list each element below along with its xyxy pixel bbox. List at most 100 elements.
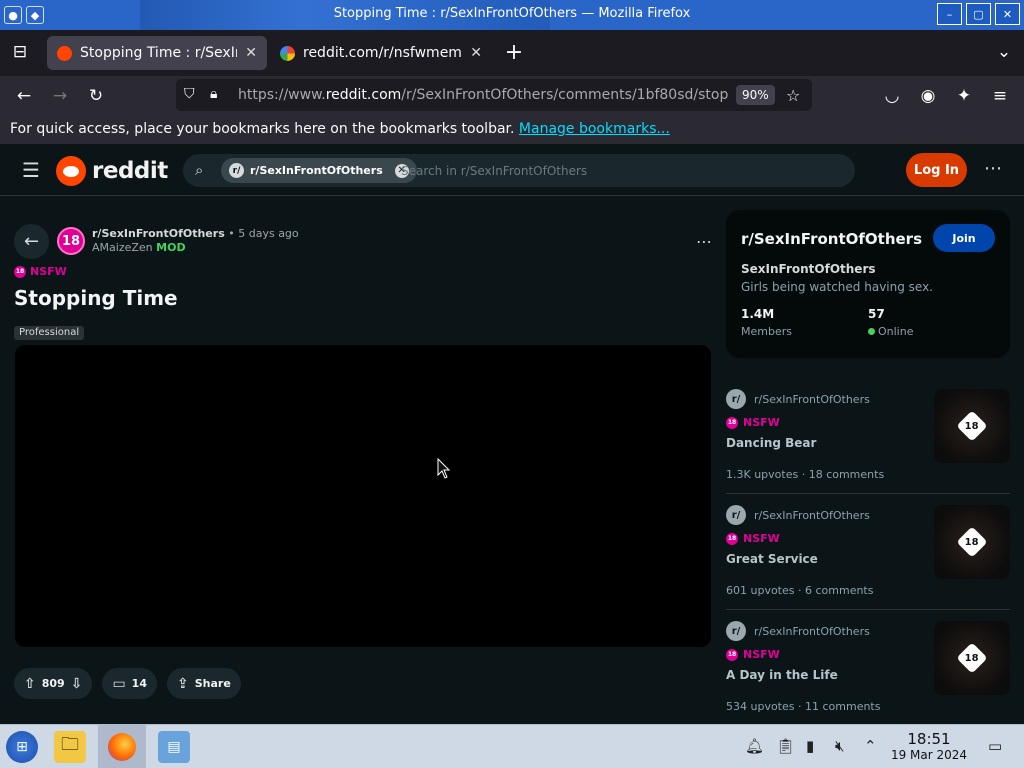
- clock-date: 19 Mar 2024: [890, 748, 968, 762]
- nsfw-label: NSFW: [743, 416, 780, 429]
- tracking-shield-icon[interactable]: ⛉: [184, 86, 195, 102]
- nsfw-label: NSFW: [743, 648, 780, 661]
- related-title[interactable]: Great Service: [726, 552, 818, 566]
- battery-icon[interactable]: ▮: [806, 737, 814, 755]
- nsfw-18-badge-icon: 18: [956, 526, 988, 558]
- account-icon[interactable]: ◉: [916, 84, 940, 108]
- forward-icon[interactable]: →: [48, 84, 72, 108]
- tab-nsfwmeme[interactable]: reddit.com/r/nsfwmeme ✕: [270, 36, 492, 70]
- related-thumbnail[interactable]: 18: [934, 505, 1010, 579]
- clock[interactable]: 18:51 19 Mar 2024: [890, 731, 968, 763]
- close-window-button[interactable]: ✕: [995, 3, 1020, 25]
- notifications-icon[interactable]: 🔔︎: [745, 737, 764, 755]
- google-favicon-icon: [280, 45, 295, 61]
- nsfw-tag: 18 NSFW: [726, 648, 780, 661]
- tab-label: reddit.com/r/nsfwmeme: [303, 45, 463, 61]
- video-player[interactable]: [15, 345, 711, 647]
- zoom-level-badge[interactable]: 90%: [736, 85, 775, 105]
- system-settings-icon[interactable]: ▤: [158, 731, 190, 763]
- file-manager-icon[interactable]: 🗀: [54, 731, 86, 763]
- back-button[interactable]: ←: [14, 224, 49, 259]
- bookmarks-toolbar: For quick access, place your bookmarks h…: [0, 115, 1024, 145]
- reddit-favicon-icon: [57, 45, 72, 61]
- tab-strip: ⊟ Stopping Time : r/SexInFr ✕ reddit.com…: [0, 30, 1024, 76]
- url-bar[interactable]: ⛉ 🔒︎ https://www.reddit.com/r/SexInFront…: [176, 79, 812, 111]
- post-meta: r/SexInFrontOfOthers • 5 days ago AMaize…: [92, 227, 299, 255]
- related-title[interactable]: Dancing Bear: [726, 436, 816, 450]
- manage-bookmarks-link[interactable]: Manage bookmarks...: [519, 121, 670, 137]
- nsfw-tag: 18 NSFW: [726, 416, 780, 429]
- tab-stopping-time[interactable]: Stopping Time : r/SexInFr ✕: [47, 36, 267, 70]
- community-name[interactable]: r/SexInFrontOfOthers: [741, 230, 922, 248]
- extensions-icon[interactable]: ✦: [952, 84, 976, 108]
- related-thumbnail[interactable]: 18: [934, 621, 1010, 695]
- search-input[interactable]: [401, 162, 821, 180]
- related-subreddit[interactable]: r/SexInFrontOfOthers: [754, 393, 870, 406]
- search-bar[interactable]: ⌕ r/ r/SexInFrontOfOthers ✕: [183, 154, 855, 187]
- online-label: Online: [868, 325, 913, 338]
- maximize-button[interactable]: ▢: [966, 3, 991, 25]
- community-description: Girls being watched having sex.: [741, 280, 933, 294]
- new-tab-icon[interactable]: +: [502, 40, 526, 65]
- url-prefix: https://www.: [238, 87, 326, 103]
- bookmark-star-icon[interactable]: ☆: [786, 86, 800, 105]
- hamburger-menu-icon[interactable]: ☰: [22, 160, 40, 180]
- related-subreddit[interactable]: r/SexInFrontOfOthers: [754, 509, 870, 522]
- upvote-icon[interactable]: ⇧: [24, 676, 36, 692]
- more-options-icon[interactable]: ⋯: [984, 160, 1002, 178]
- window-title: Stopping Time : r/SexInFrontOfOthers — M…: [333, 6, 691, 21]
- related-thumbnail[interactable]: 18: [934, 389, 1010, 463]
- post-options-icon[interactable]: ⋯: [696, 232, 712, 251]
- related-post[interactable]: r/ r/SexInFrontOfOthers 18 NSFW A Day in …: [726, 621, 1010, 721]
- post-actions: ⇧ 809 ⇩ ▭ 14 ⇪ Share: [14, 668, 241, 699]
- tab-list-icon[interactable]: ⊟: [8, 40, 32, 64]
- related-title[interactable]: A Day in the Life: [726, 668, 838, 682]
- share-button[interactable]: ⇪ Share: [166, 668, 241, 699]
- clock-time: 18:51: [907, 730, 951, 748]
- nsfw-18-badge-icon: 18: [956, 642, 988, 674]
- members-count: 1.4M: [741, 307, 775, 321]
- clipboard-icon[interactable]: 📋︎: [776, 737, 795, 755]
- close-tab-icon[interactable]: ✕: [470, 45, 482, 61]
- badge-text: 18: [965, 536, 979, 548]
- volume-muted-icon[interactable]: 🔇︎: [835, 737, 844, 755]
- divider: [726, 609, 1010, 610]
- downvote-icon[interactable]: ⇩: [71, 676, 83, 692]
- pocket-icon[interactable]: ◡: [880, 84, 904, 108]
- post-title: Stopping Time: [14, 286, 178, 310]
- tray-expand-icon[interactable]: ⌃: [864, 737, 877, 755]
- post-author[interactable]: AMaizeZen: [92, 241, 153, 254]
- reddit-wordmark: reddit: [92, 158, 168, 184]
- minimize-button[interactable]: –: [937, 3, 962, 25]
- mod-badge: MOD: [156, 241, 186, 254]
- online-dot-icon: [868, 328, 875, 335]
- show-desktop-icon[interactable]: ▭: [988, 737, 1002, 755]
- related-stats: 534 upvotes · 11 comments: [726, 700, 881, 713]
- reddit-header: ☰ reddit ⌕ r/ r/SexInFrontOfOthers ✕ Log…: [0, 146, 1024, 196]
- login-button[interactable]: Log In: [906, 153, 967, 187]
- subreddit-chip-label: r/SexInFrontOfOthers: [250, 164, 383, 177]
- related-subreddit[interactable]: r/SexInFrontOfOthers: [754, 625, 870, 638]
- comments-button[interactable]: ▭ 14: [102, 668, 157, 699]
- close-tab-icon[interactable]: ✕: [245, 45, 257, 61]
- search-icon: ⌕: [195, 161, 204, 179]
- bookmarks-hint: For quick access, place your bookmarks h…: [10, 121, 515, 137]
- related-post[interactable]: r/ r/SexInFrontOfOthers 18 NSFW Dancing B…: [726, 389, 1010, 497]
- nsfw-18-badge-icon: 18: [956, 410, 988, 442]
- lock-icon[interactable]: 🔒︎: [210, 86, 217, 102]
- window-titlebar: ● ◆ Stopping Time : r/SexInFrontOfOthers…: [0, 0, 1024, 30]
- post-subreddit-link[interactable]: r/SexInFrontOfOthers: [92, 227, 225, 240]
- related-post[interactable]: r/ r/SexInFrontOfOthers 18 NSFW Great Ser…: [726, 505, 1010, 613]
- start-menu-icon[interactable]: ⊞: [6, 731, 38, 763]
- join-button[interactable]: Join: [933, 224, 995, 252]
- url-text[interactable]: https://www.reddit.com/r/SexInFrontOfOth…: [238, 87, 728, 103]
- reload-icon[interactable]: ↻: [84, 84, 108, 108]
- firefox-taskbar-icon[interactable]: [98, 725, 146, 768]
- share-label: Share: [194, 677, 231, 690]
- list-all-tabs-icon[interactable]: ⌄: [992, 40, 1016, 64]
- reddit-logo[interactable]: reddit: [56, 156, 168, 186]
- subreddit-avatar[interactable]: 18: [57, 227, 85, 255]
- back-icon[interactable]: ←: [12, 84, 36, 108]
- app-menu-icon[interactable]: ≡: [988, 84, 1012, 108]
- post-flair[interactable]: Professional: [14, 326, 85, 340]
